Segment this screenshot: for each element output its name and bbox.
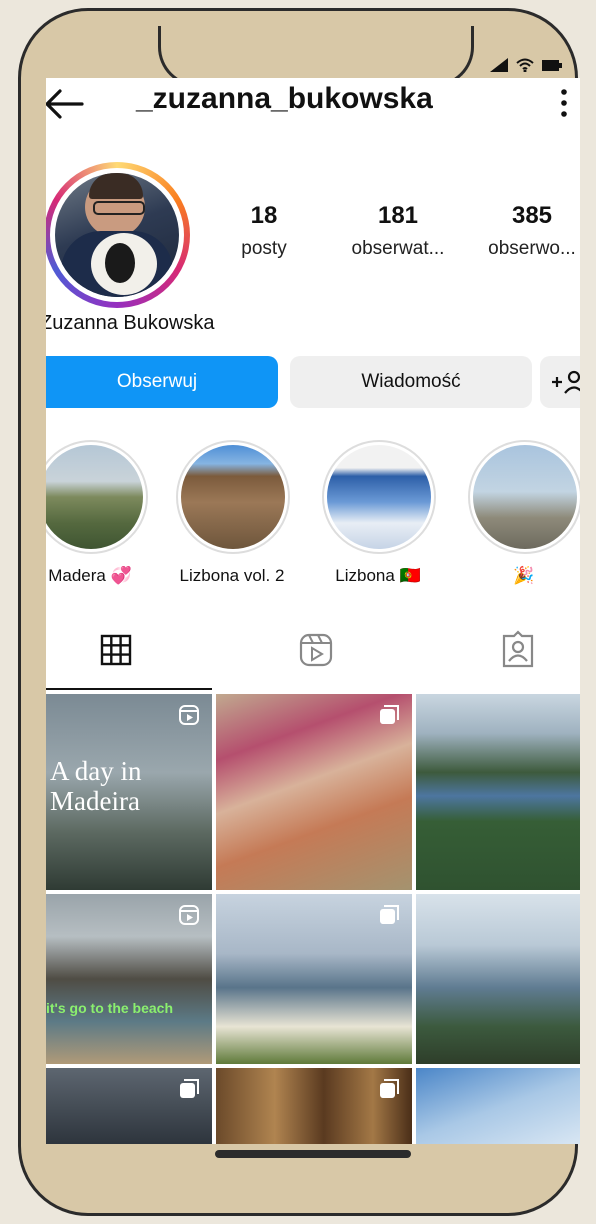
stat-followers-count: 181 (377, 202, 419, 229)
status-bar (490, 58, 562, 72)
highlight-madera[interactable]: Madera 💞 (46, 440, 148, 586)
post-tile[interactable] (416, 894, 580, 1064)
highlight-image (181, 445, 285, 549)
back-arrow-icon[interactable] (46, 86, 86, 122)
post-tile[interactable]: A day in Madeira (46, 694, 212, 890)
reels-tab-icon[interactable] (296, 630, 336, 670)
add-user-button[interactable] (540, 356, 580, 408)
stat-posts-count: 18 (250, 202, 278, 229)
post-caption: A day in Madeira (50, 756, 142, 816)
carousel-icon (380, 705, 399, 724)
post-caption: it's go to the beach (46, 1000, 174, 1016)
profile-full-name: Zuzanna Bukowska (46, 312, 215, 334)
grid-tab-icon[interactable] (96, 630, 136, 670)
active-tab-indicator (46, 688, 212, 690)
highlight-label: Madera 💞 (48, 566, 132, 585)
stat-posts-label: posty (241, 238, 287, 259)
post-tile[interactable] (216, 1068, 412, 1144)
stat-followers-label: obserwat... (351, 238, 445, 259)
stat-following-label: obserwo... (488, 238, 576, 259)
signal-icon (490, 58, 508, 72)
post-tile[interactable] (416, 1068, 580, 1144)
message-button[interactable]: Wiadomość (290, 356, 532, 408)
highlight-image (473, 445, 577, 549)
instagram-profile-screen: _zuzanna_bukowska 18 posty 181 obserwat.… (46, 78, 580, 1144)
carousel-icon (380, 1079, 399, 1098)
home-indicator[interactable] (215, 1150, 411, 1158)
highlight-party[interactable]: 🎉 (468, 440, 580, 586)
highlight-label: Lizbona 🇵🇹 (335, 566, 421, 585)
stat-following-count: 385 (511, 202, 553, 229)
highlight-label: Lizbona vol. 2 (179, 566, 285, 585)
stat-posts[interactable]: 18 posty (204, 202, 324, 260)
highlight-label: 🎉 (513, 566, 535, 585)
battery-icon (542, 60, 562, 71)
highlight-lizbona[interactable]: Lizbona 🇵🇹 (322, 440, 436, 586)
highlight-image (46, 445, 143, 549)
profile-avatar[interactable] (46, 162, 190, 308)
tagged-tab-icon[interactable] (498, 630, 538, 670)
highlight-image (327, 445, 431, 549)
wifi-icon (516, 58, 534, 72)
reel-icon (179, 905, 199, 925)
stat-following[interactable]: 385 obserwo... (472, 202, 580, 260)
post-tile[interactable] (416, 694, 580, 890)
follow-button[interactable]: Obserwuj (46, 356, 278, 408)
highlight-lizbona-vol-2[interactable]: Lizbona vol. 2 (176, 440, 290, 586)
post-tile[interactable] (46, 1068, 212, 1144)
post-tile[interactable]: it's go to the beach (46, 894, 212, 1064)
more-options-icon[interactable] (558, 88, 570, 118)
profile-username: _zuzanna_bukowska (136, 82, 433, 115)
post-tile[interactable] (216, 694, 412, 890)
carousel-icon (180, 1079, 199, 1098)
avatar-photo (55, 173, 179, 297)
stat-followers[interactable]: 181 obserwat... (338, 202, 458, 260)
post-tile[interactable] (216, 894, 412, 1064)
reel-icon (179, 705, 199, 725)
add-person-icon (552, 370, 580, 394)
carousel-icon (380, 905, 399, 924)
